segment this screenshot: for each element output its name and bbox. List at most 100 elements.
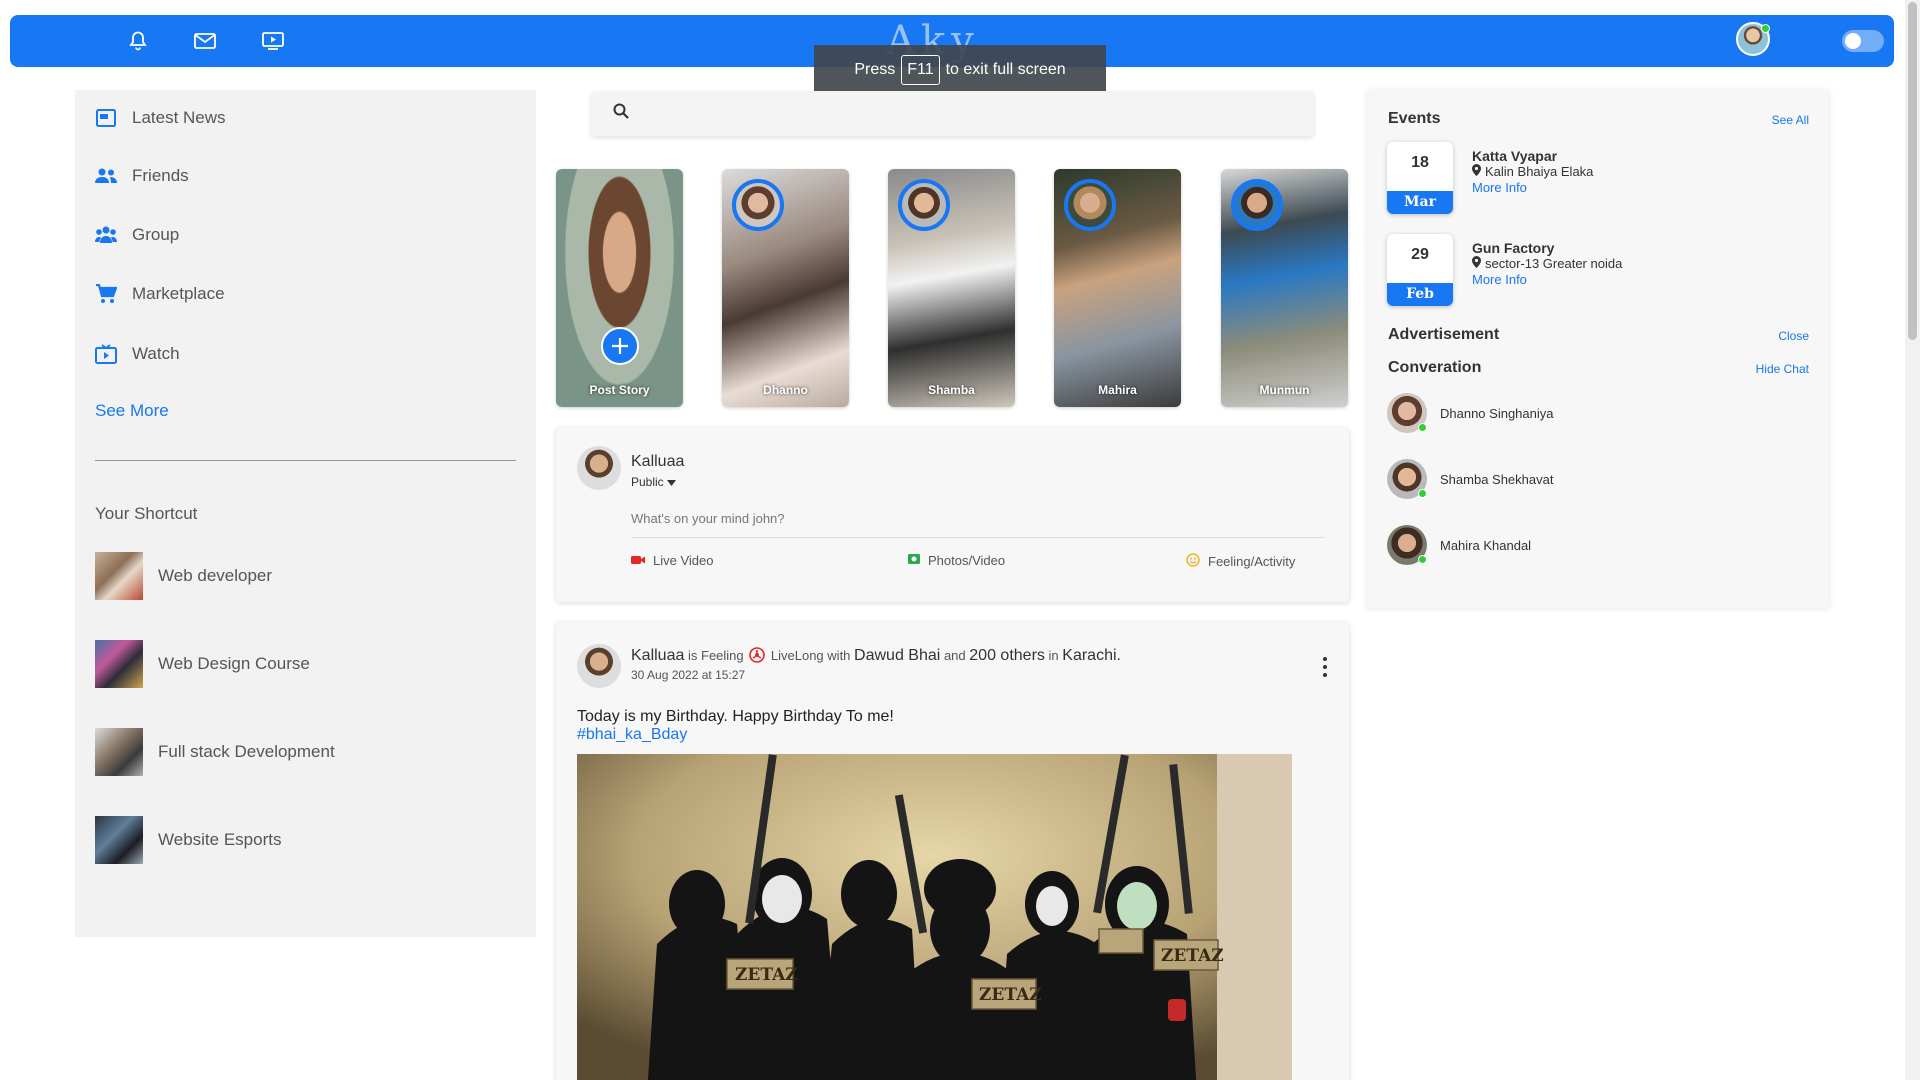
caret-down-icon (666, 475, 676, 489)
story-name: Post Story (589, 383, 650, 397)
event-more-info-link[interactable]: More Info (1472, 180, 1527, 195)
see-more-link[interactable]: See More (95, 401, 169, 421)
post-author-name[interactable]: Kalluaa (631, 647, 684, 664)
shortcut-item[interactable]: Web Design Course (95, 640, 310, 688)
shortcut-title: Your Shortcut (95, 504, 198, 523)
event-title[interactable]: Katta Vyapar (1472, 148, 1557, 164)
event-day: 29 (1411, 246, 1429, 263)
left-sidebar: Latest News Friends Group Marketplace Wa… (75, 90, 536, 937)
group-icon (95, 224, 117, 246)
svg-text:ZETAZ: ZETAZ (735, 965, 798, 985)
share-user-name[interactable]: Kalluaa (631, 453, 684, 471)
story-card[interactable]: Dhanno (722, 169, 849, 407)
theme-toggle[interactable] (1842, 30, 1884, 52)
story-card-post[interactable]: Post Story (556, 169, 683, 407)
contact-name: Shamba Shekhavat (1440, 471, 1554, 487)
event-month: Mar (1387, 191, 1453, 214)
story-card[interactable]: Munmun (1221, 169, 1348, 407)
see-all-events-link[interactable]: See All (1772, 113, 1809, 127)
shortcut-label: Full stack Development (158, 742, 335, 761)
photo-icon (908, 553, 920, 568)
search-icon[interactable] (613, 103, 629, 124)
live-video-icon (631, 553, 645, 568)
tagged-friend[interactable]: Dawud Bhai (854, 647, 940, 664)
close-ad-link[interactable]: Close (1778, 329, 1809, 343)
shortcut-label: Web developer (158, 566, 273, 585)
events-title: Events (1388, 110, 1441, 127)
event-day: 18 (1411, 154, 1429, 171)
smile-icon (1186, 553, 1200, 570)
story-name: Mahira (1098, 383, 1137, 397)
user-avatar[interactable] (577, 446, 621, 490)
event-date-badge: 29 Feb (1387, 234, 1453, 306)
search-input[interactable] (641, 105, 1281, 122)
tagged-others[interactable]: 200 others (969, 647, 1045, 664)
hide-chat-link[interactable]: Hide Chat (1756, 362, 1809, 376)
online-status-dot (1418, 423, 1427, 432)
search-bar[interactable] (591, 91, 1314, 136)
sidebar-divider (95, 460, 516, 461)
shortcut-thumbnail (95, 728, 143, 776)
shortcut-thumbnail (95, 640, 143, 688)
location-pin-icon (1472, 164, 1481, 179)
shortcut-item[interactable]: Full stack Development (95, 728, 335, 776)
sidebar-item-marketplace[interactable]: Marketplace (95, 279, 225, 309)
story-name: Dhanno (763, 383, 808, 397)
story-card[interactable]: Mahira (1054, 169, 1181, 407)
shortcut-item[interactable]: Web developer (95, 552, 272, 600)
option-label: Photos/Video (928, 553, 1006, 568)
sidebar-item-label: Latest News (132, 108, 226, 127)
post-hashtag[interactable]: #bhai_ka_Bday (577, 726, 687, 744)
event-month: Feb (1387, 283, 1453, 306)
shortcut-label: Web Design Course (158, 654, 310, 673)
story-name: Munmun (1259, 383, 1310, 397)
page-scrollbar[interactable] (1905, 0, 1920, 1080)
right-panel: Events See All 18 Mar Katta Vyapar Kalin… (1367, 90, 1829, 608)
chat-contact[interactable]: Mahira Khandal (1387, 525, 1531, 565)
sidebar-item-friends[interactable]: Friends (95, 161, 189, 191)
sidebar-item-group[interactable]: Group (95, 220, 179, 250)
video-icon[interactable] (261, 29, 285, 53)
online-status-dot (1761, 24, 1770, 33)
option-label: Feeling/Activity (1208, 554, 1296, 569)
event-more-info-link[interactable]: More Info (1472, 272, 1527, 287)
sidebar-item-latest-news[interactable]: Latest News (95, 103, 226, 133)
story-avatar-ring (732, 179, 784, 231)
bell-icon[interactable] (126, 29, 150, 53)
photo-video-button[interactable]: Photos/Video (908, 553, 1005, 568)
post-author-avatar[interactable] (577, 644, 621, 688)
sidebar-item-watch[interactable]: Watch (95, 339, 180, 369)
live-video-button[interactable]: Live Video (631, 553, 713, 568)
online-status-dot (1418, 489, 1427, 498)
advertisement-title: Advertisement (1388, 326, 1500, 343)
shortcut-label: Website Esports (158, 830, 282, 849)
privacy-dropdown[interactable]: Public (631, 475, 676, 489)
event-title[interactable]: Gun Factory (1472, 240, 1554, 256)
sidebar-item-label: Friends (132, 166, 189, 185)
add-story-icon[interactable] (601, 327, 639, 365)
event-location-text: Kalin Bhaiya Elaka (1485, 164, 1594, 179)
svg-text:ZETAZ: ZETAZ (1161, 946, 1224, 966)
more-options-icon[interactable] (1320, 657, 1330, 677)
sidebar-item-label: Group (132, 225, 180, 244)
post-is-feeling: is Feeling (688, 648, 744, 663)
shortcut-item[interactable]: Website Esports (95, 816, 281, 864)
contact-avatar (1387, 525, 1427, 565)
fullscreen-toast: Press F11 to exit full screen (814, 45, 1106, 95)
app-root: Aky Press F11 to exit full screen Latest… (0, 0, 1920, 1080)
chat-contact[interactable]: Shamba Shekhavat (1387, 459, 1553, 499)
feeling-activity-button[interactable]: Feeling/Activity (1186, 553, 1295, 570)
news-icon (95, 107, 117, 129)
post-with: with (827, 648, 851, 663)
post-image[interactable]: ZETAZ ZETAZ ZETAZ (577, 754, 1292, 1080)
event-date-badge: 18 Mar (1387, 142, 1453, 214)
privacy-label: Public (631, 475, 664, 489)
post-location[interactable]: Karachi. (1062, 647, 1121, 664)
mail-icon[interactable] (193, 29, 217, 53)
chat-contact[interactable]: Dhanno Singhaniya (1387, 393, 1553, 433)
story-card[interactable]: Shamba (888, 169, 1015, 407)
conversation-title: Converation (1388, 359, 1482, 376)
contact-name: Dhanno Singhaniya (1440, 405, 1554, 421)
scrollbar-thumb[interactable] (1908, 2, 1917, 340)
status-input[interactable]: What's on your mind john? (631, 511, 1321, 526)
